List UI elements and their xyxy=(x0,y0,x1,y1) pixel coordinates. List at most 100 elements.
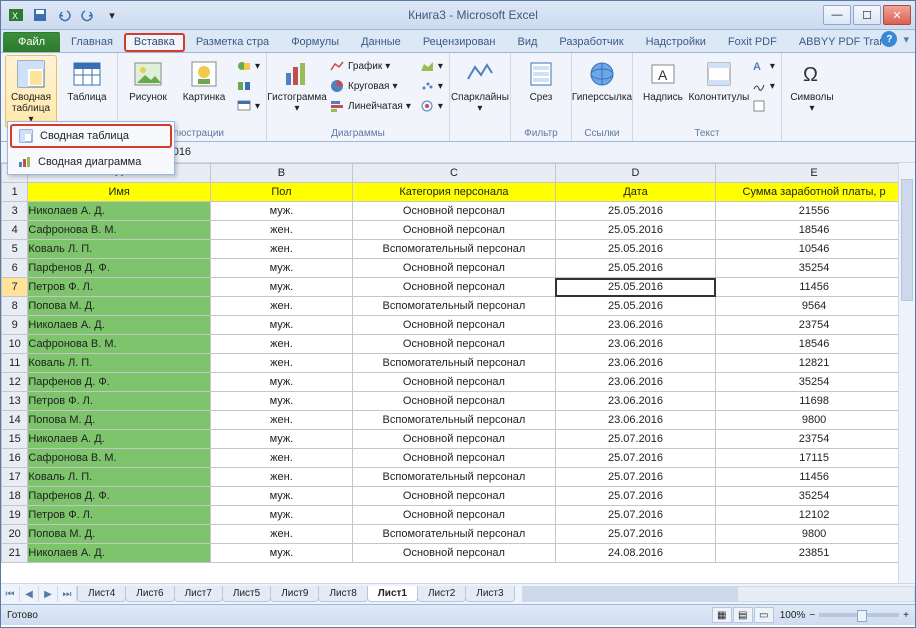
cell-date[interactable]: 25.07.2016 xyxy=(555,449,715,468)
hyperlink-button[interactable]: Гиперссылка xyxy=(576,55,628,106)
cell-category[interactable]: Основной персонал xyxy=(352,202,555,221)
cell-date[interactable]: 23.06.2016 xyxy=(555,392,715,411)
cell-sex[interactable]: муж. xyxy=(210,278,352,297)
pivot-chart-menuitem[interactable]: Сводная диаграмма xyxy=(8,150,174,174)
cell-name[interactable]: Парфенов Д. Ф. xyxy=(28,373,211,392)
tab-abbyy pdf tran[interactable]: ABBYY PDF Tran xyxy=(788,32,897,52)
cell-date[interactable]: 23.06.2016 xyxy=(555,316,715,335)
row-header-17[interactable]: 17 xyxy=(2,468,28,487)
cell-sex[interactable]: муж. xyxy=(210,392,352,411)
view-break-icon[interactable]: ▭ xyxy=(754,607,774,623)
pivot-table-menuitem[interactable]: Сводная таблица xyxy=(10,124,172,148)
cell-name[interactable]: Петров Ф. Л. xyxy=(28,506,211,525)
cell-category[interactable]: Вспомогательный персонал xyxy=(352,525,555,544)
cell-sum[interactable]: 17115 xyxy=(716,449,913,468)
cell-category[interactable]: Основной персонал xyxy=(352,316,555,335)
row-header-5[interactable]: 5 xyxy=(2,240,28,259)
sparklines-button[interactable]: Спарклайны▾ xyxy=(454,55,506,117)
cell-sum[interactable]: 23851 xyxy=(716,544,913,563)
shapes-button[interactable]: ▾ xyxy=(234,57,262,75)
cell-date[interactable]: 25.05.2016 xyxy=(555,297,715,316)
help-icon[interactable]: ? xyxy=(881,31,897,47)
cell-date[interactable]: 25.05.2016 xyxy=(555,278,715,297)
cell-date[interactable]: 23.06.2016 xyxy=(555,335,715,354)
cell-category[interactable]: Основной персонал xyxy=(352,544,555,563)
clipart-button[interactable]: Картинка xyxy=(178,55,230,106)
worksheet-grid[interactable]: ABCDE1ИмяПолКатегория персоналаДатаСумма… xyxy=(1,163,915,583)
cell-sex[interactable]: жен. xyxy=(210,335,352,354)
maximize-button[interactable]: ☐ xyxy=(853,5,881,25)
table-header-cell[interactable]: Пол xyxy=(210,183,352,202)
screenshot-button[interactable]: ▾ xyxy=(234,97,262,115)
cell-category[interactable]: Основной персонал xyxy=(352,278,555,297)
tab-главная[interactable]: Главная xyxy=(60,32,124,52)
cell-name[interactable]: Николаев А. Д. xyxy=(28,430,211,449)
row-header-6[interactable]: 6 xyxy=(2,259,28,278)
cell-category[interactable]: Основной персонал xyxy=(352,449,555,468)
cell-category[interactable]: Основной персонал xyxy=(352,221,555,240)
bar-chart-button[interactable]: Линейчатая ▾ xyxy=(327,97,413,115)
tab-file[interactable]: Файл xyxy=(3,32,60,52)
cell-category[interactable]: Основной персонал xyxy=(352,487,555,506)
cell-sex[interactable]: муж. xyxy=(210,430,352,449)
cell-category[interactable]: Основной персонал xyxy=(352,430,555,449)
cell-category[interactable]: Основной персонал xyxy=(352,506,555,525)
cell-category[interactable]: Основной персонал xyxy=(352,259,555,278)
cell-name[interactable]: Петров Ф. Л. xyxy=(28,392,211,411)
cell-sex[interactable]: муж. xyxy=(210,316,352,335)
col-header-D[interactable]: D xyxy=(555,164,715,183)
cell-sum[interactable]: 9564 xyxy=(716,297,913,316)
cell-sum[interactable]: 11698 xyxy=(716,392,913,411)
sheet-nav-next[interactable]: ▶ xyxy=(39,586,58,602)
zoom-slider[interactable] xyxy=(819,613,899,617)
cell-category[interactable]: Основной персонал xyxy=(352,392,555,411)
sigline-button[interactable]: ▾ xyxy=(749,77,777,95)
cell-name[interactable]: Сафронова В. М. xyxy=(28,449,211,468)
cell-sum[interactable]: 11456 xyxy=(716,468,913,487)
col-header-C[interactable]: C xyxy=(352,164,555,183)
cell-category[interactable]: Вспомогательный персонал xyxy=(352,354,555,373)
view-normal-icon[interactable]: ▦ xyxy=(712,607,732,623)
tab-foxit pdf[interactable]: Foxit PDF xyxy=(717,32,788,52)
cell-name[interactable]: Коваль Л. П. xyxy=(28,354,211,373)
cell-sex[interactable]: жен. xyxy=(210,221,352,240)
cell-date[interactable]: 23.06.2016 xyxy=(555,411,715,430)
table-header-cell[interactable]: Имя xyxy=(28,183,211,202)
wordart-button[interactable]: A▾ xyxy=(749,57,777,75)
cell-name[interactable]: Николаев А. Д. xyxy=(28,202,211,221)
cell-sum[interactable]: 18546 xyxy=(716,221,913,240)
save-icon[interactable] xyxy=(29,4,51,26)
cell-name[interactable]: Парфенов Д. Ф. xyxy=(28,487,211,506)
cell-category[interactable]: Вспомогательный персонал xyxy=(352,240,555,259)
cell-date[interactable]: 23.06.2016 xyxy=(555,354,715,373)
cell-sex[interactable]: жен. xyxy=(210,468,352,487)
minimize-button[interactable]: — xyxy=(823,5,851,25)
tab-данные[interactable]: Данные xyxy=(350,32,412,52)
sheet-tab-Лист4[interactable]: Лист4 xyxy=(77,586,126,602)
tab-надстройки[interactable]: Надстройки xyxy=(635,32,717,52)
sheet-tab-Лист6[interactable]: Лист6 xyxy=(125,586,174,602)
cell-category[interactable]: Основной персонал xyxy=(352,335,555,354)
tab-разметка стра[interactable]: Разметка стра xyxy=(185,32,280,52)
row-header-15[interactable]: 15 xyxy=(2,430,28,449)
row-header-20[interactable]: 20 xyxy=(2,525,28,544)
horizontal-scrollbar[interactable] xyxy=(522,586,915,602)
cell-name[interactable]: Парфенов Д. Ф. xyxy=(28,259,211,278)
cell-sex[interactable]: жен. xyxy=(210,449,352,468)
histogram-button[interactable]: Гистограмма▾ xyxy=(271,55,323,117)
pivot-table-button[interactable]: Сводная таблица▾ xyxy=(5,55,57,128)
sheet-tab-Лист2[interactable]: Лист2 xyxy=(417,586,466,602)
sheet-tab-Лист7[interactable]: Лист7 xyxy=(174,586,223,602)
sheet-tab-Лист3[interactable]: Лист3 xyxy=(465,586,514,602)
ribbon-min-icon[interactable]: ▾ xyxy=(903,33,909,46)
cell-sum[interactable]: 9800 xyxy=(716,411,913,430)
row-header-21[interactable]: 21 xyxy=(2,544,28,563)
table-button[interactable]: Таблица xyxy=(61,55,113,106)
view-layout-icon[interactable]: ▤ xyxy=(733,607,753,623)
row-header-13[interactable]: 13 xyxy=(2,392,28,411)
cell-sex[interactable]: муж. xyxy=(210,506,352,525)
cell-sex[interactable]: жен. xyxy=(210,354,352,373)
cell-category[interactable]: Вспомогательный персонал xyxy=(352,468,555,487)
cell-sex[interactable]: жен. xyxy=(210,240,352,259)
row-header-12[interactable]: 12 xyxy=(2,373,28,392)
